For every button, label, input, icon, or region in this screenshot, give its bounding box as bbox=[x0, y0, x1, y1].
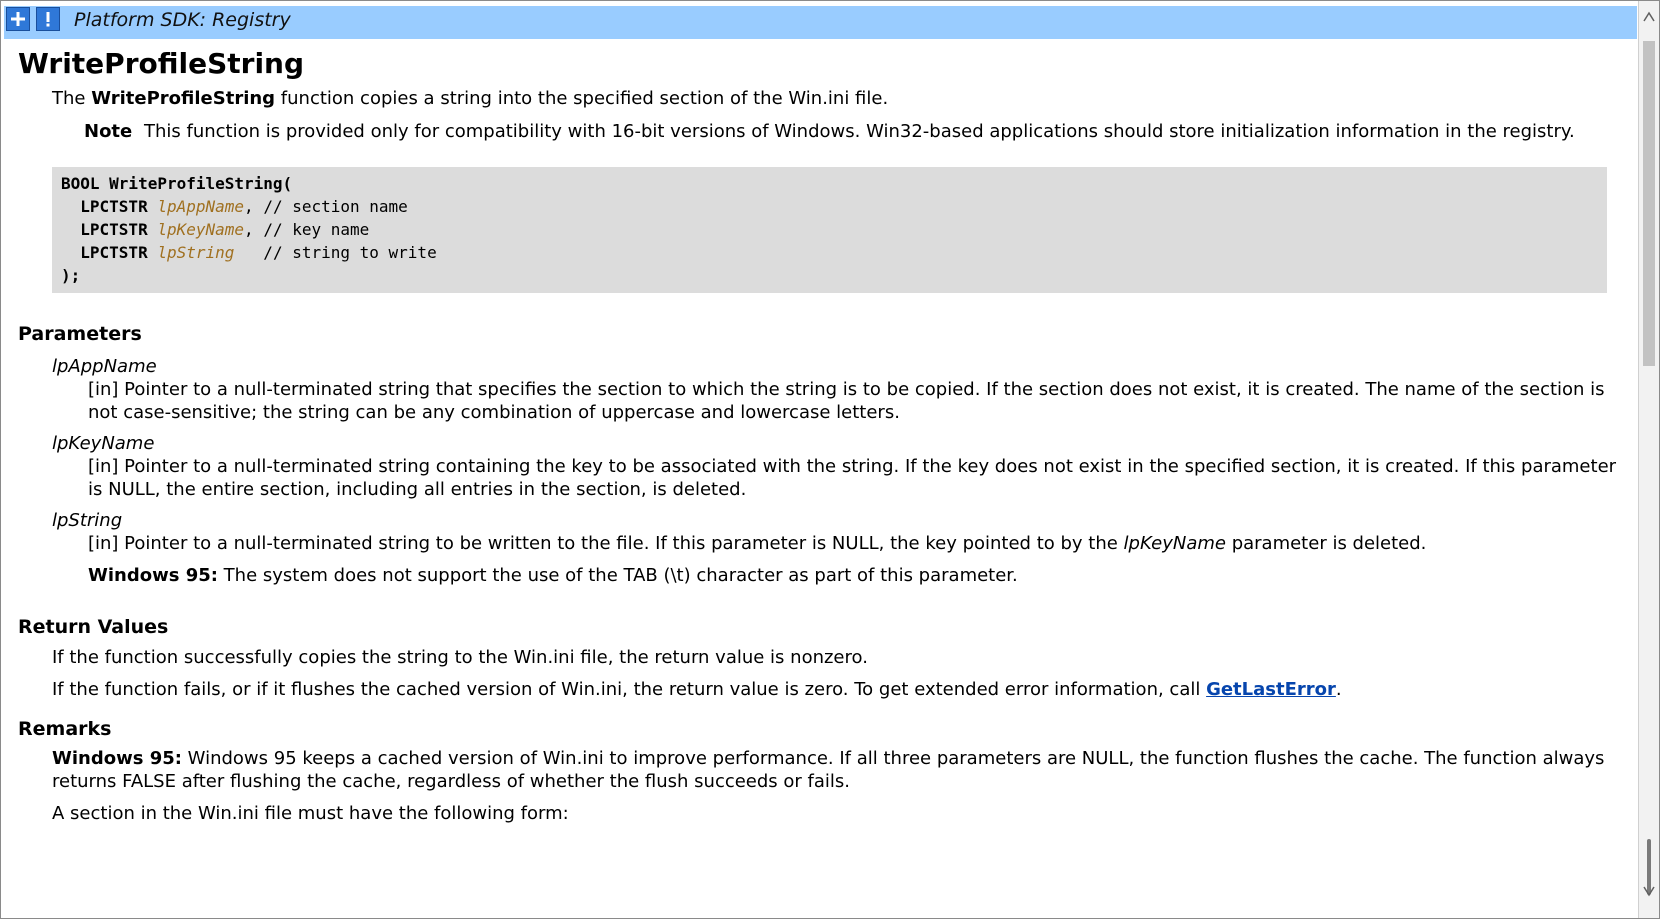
param-desc-lpappname: [in] Pointer to a null-terminated string… bbox=[88, 379, 1605, 423]
return-failure-text: If the function fails, or if it flushes … bbox=[52, 678, 1623, 701]
param-ref-lpkeyname: lpKeyName bbox=[1123, 533, 1226, 554]
return-failure-prefix: If the function fails, or if it flushes … bbox=[52, 679, 1207, 700]
param-name-lpstring: lpString bbox=[52, 510, 123, 531]
code-param-appname: lpAppName bbox=[157, 197, 245, 216]
code-comment: , // key name bbox=[244, 220, 370, 239]
remarks-windows95-text: Windows 95 keeps a cached version of Win… bbox=[52, 748, 1605, 792]
scroll-up-icon[interactable] bbox=[1642, 7, 1656, 27]
alert-button[interactable] bbox=[36, 7, 60, 31]
function-signature-code: BOOL WriteProfileString( LPCTSTR lpAppNa… bbox=[52, 167, 1607, 293]
windows95-text: The system does not support the use of t… bbox=[217, 565, 1018, 586]
param-desc-prefix: [in] Pointer to a null-terminated string… bbox=[88, 533, 1124, 554]
remarks-section-form-text: A section in the Win.ini file must have … bbox=[52, 803, 569, 824]
intro-paragraph: The WriteProfileString function copies a… bbox=[52, 87, 1623, 110]
return-success-text: If the function successfully copies the … bbox=[52, 647, 868, 668]
code-type: LPCTSTR bbox=[80, 197, 148, 216]
param-name-lpkeyname: lpKeyName bbox=[52, 433, 155, 454]
scroll-thumb[interactable] bbox=[1643, 41, 1655, 366]
windows95-label: Windows 95: bbox=[52, 748, 182, 769]
return-values-heading: Return Values bbox=[18, 616, 169, 638]
expand-all-button[interactable] bbox=[6, 7, 30, 31]
param-desc-lpkeyname: [in] Pointer to a null-terminated string… bbox=[88, 456, 1617, 500]
intro-function-name: WriteProfileString bbox=[91, 88, 276, 109]
doc-content: WriteProfileString The WriteProfileStrin… bbox=[18, 45, 1623, 825]
code-type: LPCTSTR bbox=[80, 220, 148, 239]
param-desc-lpstring: [in] Pointer to a null-terminated string… bbox=[88, 532, 1618, 555]
param-desc-suffix: parameter is deleted. bbox=[1225, 533, 1427, 554]
return-failure-suffix: . bbox=[1335, 679, 1342, 700]
exclamation-icon bbox=[46, 12, 50, 27]
getlasterror-link[interactable]: GetLastError bbox=[1206, 679, 1336, 700]
vertical-scrollbar[interactable] bbox=[1638, 1, 1659, 918]
parameters-heading: Parameters bbox=[18, 323, 142, 345]
compat-note: Note This function is provided only for … bbox=[84, 120, 1594, 143]
code-line-end: ); bbox=[61, 266, 81, 285]
code-param-keyname: lpKeyName bbox=[157, 220, 245, 239]
scroll-down-icon[interactable] bbox=[1642, 881, 1656, 901]
help-window: Platform SDK: Registry WriteProfileStrin… bbox=[0, 0, 1660, 919]
param-name-lpappname: lpAppName bbox=[52, 356, 157, 377]
intro-suffix: function copies a string into the specif… bbox=[275, 88, 889, 109]
windows95-label: Windows 95: bbox=[88, 565, 218, 586]
code-param-string: lpString bbox=[157, 243, 235, 262]
param-windows95-note: Windows 95: The system does not support … bbox=[88, 564, 1618, 587]
code-comment: , // section name bbox=[244, 197, 408, 216]
note-text: This function is provided only for compa… bbox=[143, 121, 1575, 142]
code-comment: // string to write bbox=[234, 243, 437, 262]
remarks-heading: Remarks bbox=[18, 718, 112, 740]
topic-header-bar: Platform SDK: Registry bbox=[4, 6, 1637, 39]
page-title: WriteProfileString bbox=[18, 47, 305, 80]
remarks-windows95-paragraph: Windows 95: Windows 95 keeps a cached ve… bbox=[52, 747, 1622, 793]
plus-icon bbox=[11, 12, 25, 26]
topic-title: Platform SDK: Registry bbox=[74, 9, 291, 31]
intro-prefix: The bbox=[52, 88, 92, 109]
code-line-declaration: BOOL WriteProfileString( bbox=[61, 174, 293, 193]
note-label: Note bbox=[84, 121, 133, 142]
code-type: LPCTSTR bbox=[80, 243, 148, 262]
